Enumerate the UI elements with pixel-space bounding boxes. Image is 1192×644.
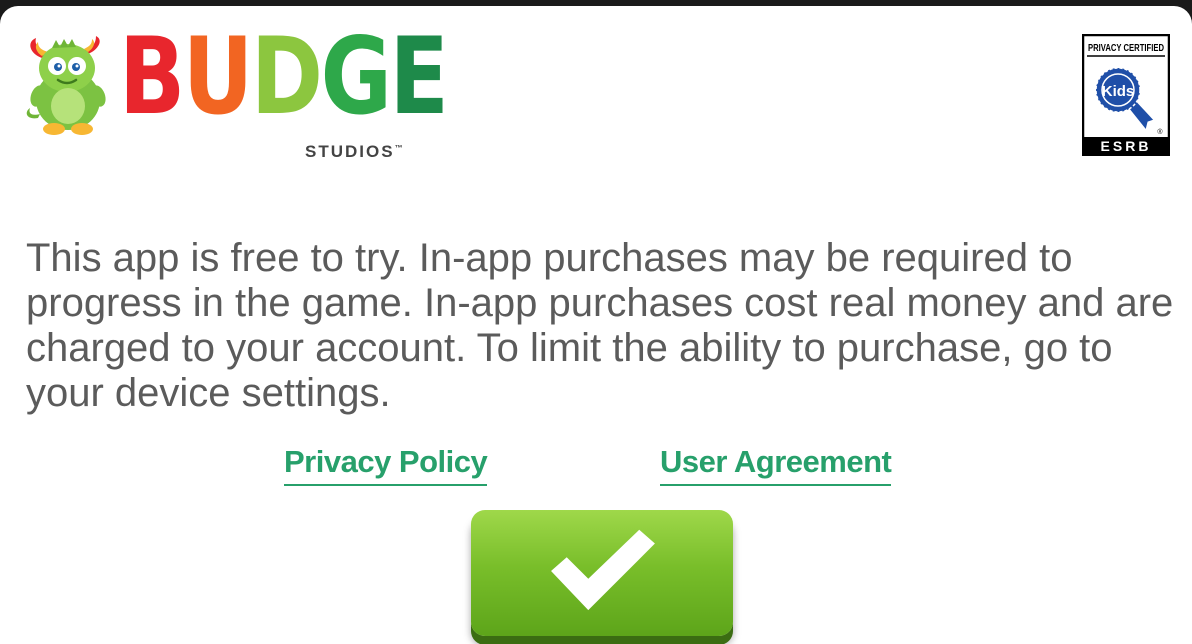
badge-registered: ®	[1157, 128, 1163, 136]
badge-seal-text: Kids	[1102, 83, 1135, 100]
privacy-policy-link[interactable]: Privacy Policy	[284, 444, 488, 486]
confirm-button[interactable]	[471, 510, 733, 636]
monster-mascot-icon	[26, 36, 106, 135]
trademark-symbol: ™	[394, 143, 403, 153]
budge-studios-logo: BUDGE STUDIOS™	[22, 24, 449, 164]
parental-notice-dialog: BUDGE STUDIOS™ PRIVACY CERTIFIED Kids ® …	[0, 6, 1192, 644]
checkmark-icon	[551, 529, 655, 611]
studios-text: STUDIOS	[305, 142, 395, 161]
user-agreement-link[interactable]: User Agreement	[660, 444, 892, 486]
wordmark-letter: E	[389, 15, 449, 138]
studios-subtitle: STUDIOS™	[305, 142, 403, 162]
wordmark-letter: B	[119, 15, 185, 138]
wordmark-letter: G	[320, 15, 392, 138]
badge-bottom-text: ESRB	[1101, 138, 1152, 154]
wordmark-letter: D	[250, 15, 323, 138]
esrb-privacy-certified-badge: PRIVACY CERTIFIED Kids ® ESRB	[1082, 34, 1170, 156]
badge-top-text: PRIVACY CERTIFIED	[1088, 43, 1164, 54]
in-app-purchase-notice: This app is free to try. In-app purchase…	[26, 236, 1174, 415]
wordmark-letter: U	[182, 15, 254, 138]
budge-wordmark: BUDGE	[119, 15, 449, 138]
